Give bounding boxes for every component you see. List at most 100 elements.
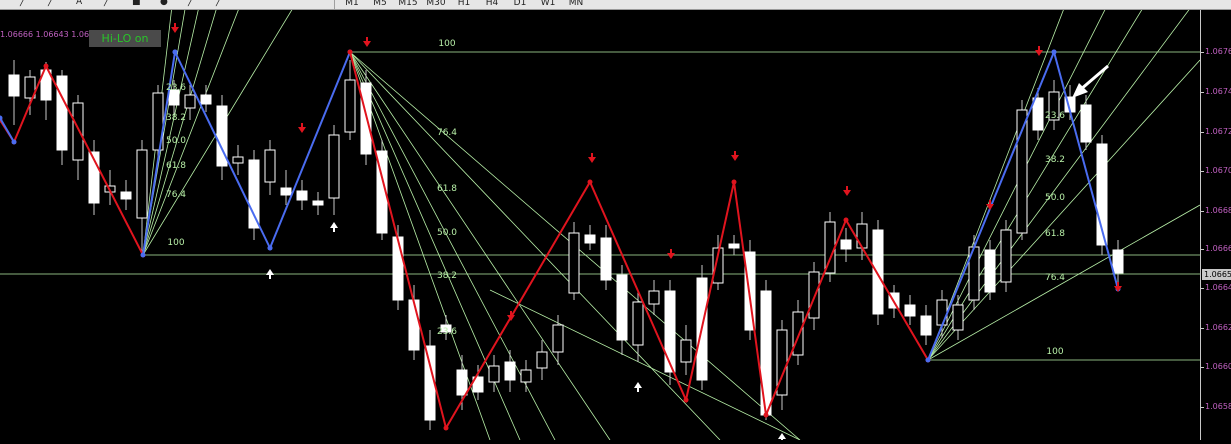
candle-body (792, 311, 804, 356)
candle-body (504, 361, 516, 381)
chart-area[interactable]: 100 76.4 61.8 50.0 38.2 23.6 100 76.4 61.8 50.0 38… (0, 0, 1201, 443)
fib-level-label: 38.2 (437, 271, 457, 281)
price-tick (1201, 132, 1204, 133)
candle-body (856, 223, 868, 249)
fibo-fan-icon[interactable]: ╱ (188, 0, 193, 8)
fib-level-label: 76.4 (437, 128, 457, 138)
toolbar: ╱ ╱ A ╱ ■ ● ╱ ╱ M1 M5 M15 M30 H1 H4 D1 W1 MN (0, 0, 1231, 10)
arrows-icon[interactable]: ╱ (216, 0, 221, 8)
fib-level-label: 50.0 (166, 136, 186, 146)
current-price-tag: 1.06650 (1202, 269, 1231, 280)
candle-body (1000, 229, 1012, 283)
price-tick (1201, 171, 1204, 172)
price-label: 1.06620 (1201, 323, 1231, 332)
candle-body (952, 304, 964, 331)
price-label: 1.06720 (1201, 127, 1231, 136)
price-label: 1.06600 (1201, 362, 1231, 371)
fib-level-label: 61.8 (1045, 229, 1065, 239)
price-label: 1.06760 (1201, 47, 1231, 56)
fib-level-label: 23.6 (1045, 111, 1065, 121)
fib-level-label: 100 (438, 39, 455, 49)
fibo-icon[interactable]: ╱ (48, 0, 53, 8)
hilo-toggle-button[interactable]: Hi-LO on (89, 30, 161, 47)
timeframe-m30-button[interactable]: M30 (424, 0, 448, 9)
zigzag-pivot (731, 179, 737, 185)
price-tick (1201, 407, 1204, 408)
timeframe-h4-button[interactable]: H4 (480, 0, 504, 9)
candle-body (200, 94, 212, 105)
candle-body (456, 369, 468, 396)
candle-body (536, 351, 548, 369)
candle-body (56, 75, 68, 151)
candle-body (136, 149, 148, 219)
timeframe-d1-button[interactable]: D1 (508, 0, 532, 9)
zigzag-pivot (843, 217, 849, 223)
candle-body (552, 324, 564, 353)
chart-canvas: 100 76.4 61.8 50.0 38.2 23.6 100 76.4 61.8 50.0 38… (0, 0, 1201, 443)
price-tick (1201, 328, 1204, 329)
fib-level-label: 50.0 (1045, 193, 1065, 203)
ellipse-icon[interactable]: ● (160, 0, 168, 8)
timeframe-m1-button[interactable]: M1 (340, 0, 364, 9)
fib-level-label: 100 (1046, 347, 1063, 357)
price-label: 1.06680 (1201, 206, 1231, 215)
timeframe-mn-button[interactable]: MN (564, 0, 588, 9)
rectangle-icon[interactable]: ■ (132, 0, 141, 8)
candle-body (408, 299, 420, 351)
zigzag-pivot (587, 179, 593, 185)
price-label: 1.06660 (1201, 244, 1231, 253)
annotation-arrow-icon (1079, 64, 1109, 92)
candle-body (232, 156, 244, 164)
fib-level-label: 76.4 (1045, 273, 1065, 283)
candle-body (872, 229, 884, 315)
ohlc-readout: 1.06666 1.06643 1.066 (0, 30, 95, 39)
zigzag-pivot (267, 245, 273, 251)
zigzag-pivot (43, 63, 49, 69)
timeframe-h1-button[interactable]: H1 (452, 0, 476, 9)
label-icon[interactable]: ╱ (104, 0, 109, 8)
timeframe-w1-button[interactable]: W1 (536, 0, 560, 9)
candle-body (488, 365, 500, 383)
candle-body (904, 304, 916, 317)
candle-body (8, 74, 20, 97)
candle-body (600, 237, 612, 281)
candle-body (248, 159, 260, 229)
fib-fan-line (927, 59, 1201, 361)
candle-body (520, 369, 532, 383)
trendline-icon[interactable]: ╱ (20, 0, 25, 8)
price-label: 1.06740 (1201, 87, 1231, 96)
candle-body (312, 200, 324, 206)
zigzag-pivot (683, 397, 689, 403)
zigzag-pivot (1051, 49, 1057, 55)
toolbar-separator (334, 0, 335, 9)
zigzag-pivot (347, 49, 353, 55)
candle-body (920, 315, 932, 336)
candle-body (1080, 104, 1092, 143)
fib-level-label: 76.4 (166, 190, 186, 200)
zigzag-pivot (140, 252, 146, 258)
candle-body (664, 290, 676, 373)
fib-level-label: 61.8 (437, 184, 457, 194)
candle-body (72, 102, 84, 161)
timeframe-m15-button[interactable]: M15 (396, 0, 420, 9)
zigzag-pivot (172, 49, 178, 55)
candle-body (840, 239, 852, 250)
zigzag-line (1053, 51, 1119, 290)
candle-body (584, 234, 596, 244)
candle-body (392, 236, 404, 301)
timeframe-m5-button[interactable]: M5 (368, 0, 392, 9)
zigzag-line (0, 117, 15, 143)
price-tick (1201, 92, 1204, 93)
candle-body (280, 187, 292, 196)
price-label: 1.06640 (1201, 283, 1231, 292)
candle-body (808, 271, 820, 319)
candle-body (328, 134, 340, 199)
candle-body (984, 249, 996, 293)
price-tick (1201, 249, 1204, 250)
candle-body (1032, 97, 1044, 131)
zigzag-pivot (763, 412, 769, 418)
zigzag-line (0, 63, 144, 256)
text-icon[interactable]: A (76, 0, 82, 8)
candle-body (264, 149, 276, 183)
candle-body (632, 301, 644, 346)
